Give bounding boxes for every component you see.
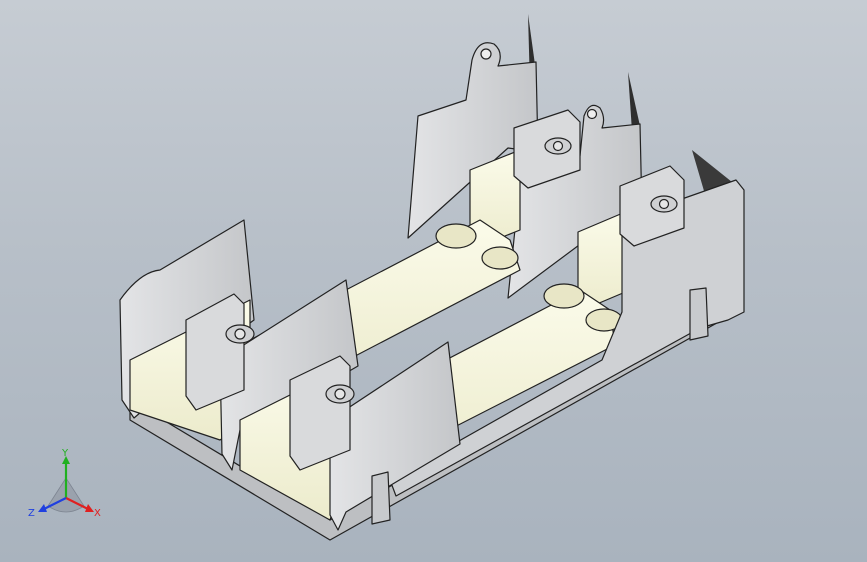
tab-front xyxy=(371,471,391,525)
fuse-holder-model[interactable] xyxy=(0,0,867,562)
tab-right xyxy=(689,287,709,341)
orientation-triad[interactable]: Y X Z xyxy=(22,448,112,528)
mounting-hole-right xyxy=(586,108,598,120)
mounting-hole-left xyxy=(480,48,492,60)
z-axis-label: Z xyxy=(28,508,35,519)
screw-hole-1 xyxy=(435,223,477,249)
3d-viewport[interactable]: Y X Z xyxy=(0,0,867,562)
screw-hole-2 xyxy=(481,246,519,270)
screw-hole-3 xyxy=(543,283,585,309)
y-axis-label: Y xyxy=(61,448,69,459)
x-axis-label: X xyxy=(94,508,101,519)
